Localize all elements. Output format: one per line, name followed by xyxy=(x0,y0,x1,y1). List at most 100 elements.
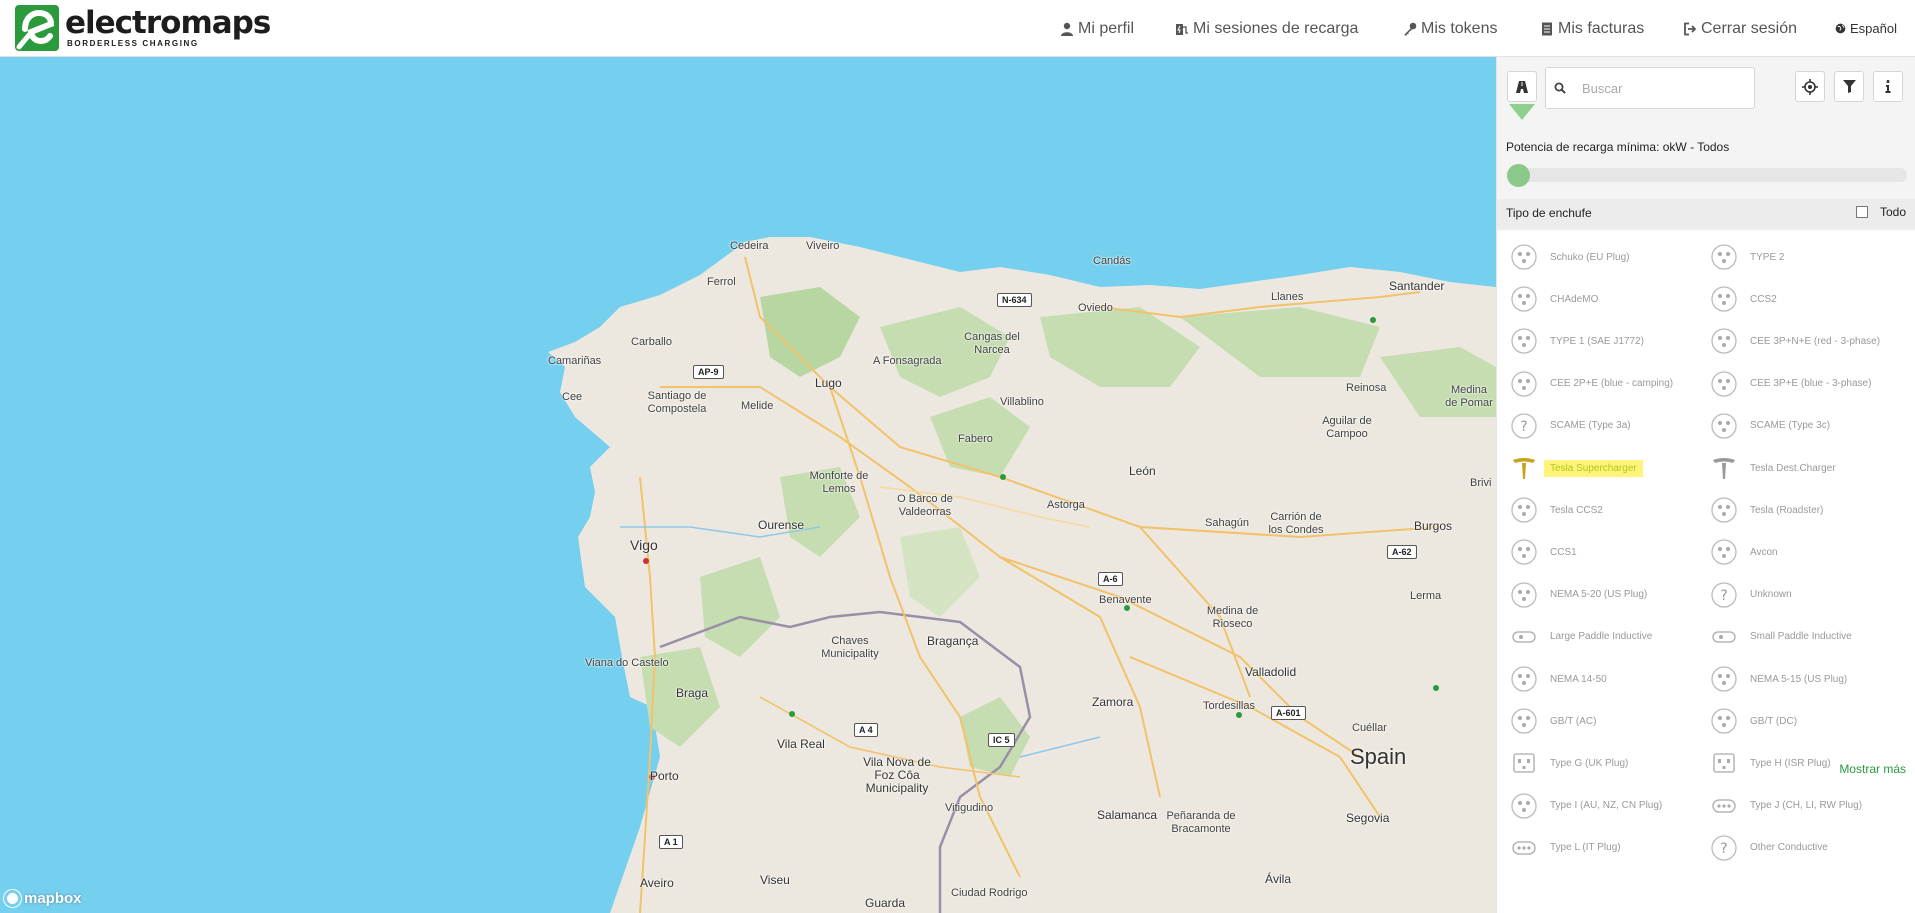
nav-profile-label: Mi perfil xyxy=(1078,19,1135,37)
plug-icon xyxy=(1710,412,1738,440)
map-label: Reinosa xyxy=(1346,382,1387,394)
plug-option[interactable]: SCAME (Type 3c) xyxy=(1710,410,1910,442)
plug-option-label: Type G (UK Plug) xyxy=(1550,757,1629,769)
plug-option[interactable]: Tesla CCS2 xyxy=(1510,494,1710,526)
nav-tokens[interactable]: Mis tokens xyxy=(1403,0,1497,57)
plug-option[interactable]: CEE 3P+N+E (red - 3-phase) xyxy=(1710,325,1910,357)
search-icon xyxy=(1546,82,1574,94)
plug-option[interactable]: NEMA 5-15 (US Plug) xyxy=(1710,663,1910,695)
tesla-plug-icon xyxy=(1510,454,1538,482)
plug-option-label: Small Paddle Inductive xyxy=(1750,631,1852,643)
show-more-link[interactable]: Mostrar más xyxy=(1839,762,1906,776)
plug-icon xyxy=(1510,707,1538,735)
map-label: Porto xyxy=(650,769,679,783)
filter-button[interactable] xyxy=(1834,71,1864,102)
logo-mark-icon xyxy=(15,5,59,51)
road-shield: A 1 xyxy=(659,835,683,849)
info-icon xyxy=(1885,80,1891,93)
nav-invoices-label: Mis facturas xyxy=(1558,19,1645,37)
plug-icon xyxy=(1710,496,1738,524)
map-label: Santiago de Compostela xyxy=(647,390,707,415)
plug-option[interactable]: CHAdeMO xyxy=(1510,283,1710,315)
power-label: Potencia de recarga mínima: okW - Todos xyxy=(1506,140,1730,154)
nav-tokens-label: Mis tokens xyxy=(1421,19,1498,37)
plug-option[interactable]: Type L (IT Plug) xyxy=(1510,832,1710,864)
select-all-checkbox[interactable] xyxy=(1855,206,1868,218)
plug-option[interactable]: Tesla Dest.Charger xyxy=(1710,452,1910,484)
plug-option[interactable]: GB/T (AC) xyxy=(1510,705,1710,737)
search-input[interactable] xyxy=(1582,80,1742,96)
plug-option[interactable]: CEE 2P+E (blue - camping) xyxy=(1510,368,1710,400)
road-shield: A 4 xyxy=(854,723,878,737)
language-selector[interactable]: Español xyxy=(1835,0,1897,57)
plug-icon xyxy=(1510,327,1538,355)
plug-option[interactable]: Avcon xyxy=(1710,536,1910,568)
plug-option[interactable]: ? SCAME (Type 3a) xyxy=(1510,410,1710,442)
nav-invoices[interactable]: Mis facturas xyxy=(1540,0,1644,57)
plug-option-label: SCAME (Type 3c) xyxy=(1750,420,1831,432)
plug-option-label: CCS2 xyxy=(1750,293,1777,305)
map-canvas[interactable]: Cedeira Viveiro Ferrol Candás Oviedo Lla… xyxy=(0,57,1496,913)
road-shield: IC 5 xyxy=(988,733,1015,747)
map-label: Medina de Rioseco xyxy=(1206,605,1259,630)
brand-logo[interactable]: electromaps BORDERLESS CHARGING xyxy=(15,5,271,51)
map-label: Viveiro xyxy=(806,240,840,252)
plug-icon xyxy=(1710,665,1738,693)
plug-option[interactable]: GB/T (DC) xyxy=(1710,705,1910,737)
plug-option-label: Tesla Dest.Charger xyxy=(1750,462,1836,474)
plug-option[interactable]: Type J (CH, LI, RW Plug) xyxy=(1710,790,1910,822)
map-label: Ciudad Rodrigo xyxy=(951,887,1028,899)
plug-option-label: NEMA 5-20 (US Plug) xyxy=(1550,589,1648,601)
filter-icon xyxy=(1842,80,1856,93)
power-slider-thumb[interactable] xyxy=(1507,164,1530,187)
road-view-button[interactable] xyxy=(1507,71,1537,102)
nav-profile[interactable]: Mi perfil xyxy=(1060,0,1134,57)
plug-option-label: Type H (ISR Plug) xyxy=(1750,757,1831,769)
plug-option[interactable]: NEMA 5-20 (US Plug) xyxy=(1510,579,1710,611)
plug-option[interactable]: CCS2 xyxy=(1710,283,1910,315)
plug-option[interactable]: Small Paddle Inductive xyxy=(1710,621,1910,653)
map-label: Braga xyxy=(676,686,709,700)
plug-option-label: GB/T (DC) xyxy=(1750,715,1798,727)
plug-icon xyxy=(1710,538,1738,566)
map-label: Ávila xyxy=(1265,872,1292,886)
plug-option[interactable]: TYPE 1 (SAE J1772) xyxy=(1510,325,1710,357)
dropdown-arrow-icon xyxy=(1509,104,1535,120)
map-label: Medina de Pomar xyxy=(1445,384,1493,409)
nav-logout[interactable]: Cerrar sesión xyxy=(1683,0,1797,57)
map-label: Astorga xyxy=(1047,499,1085,511)
plug-option[interactable]: Type I (AU, NZ, CN Plug) xyxy=(1510,790,1710,822)
locate-button[interactable] xyxy=(1795,71,1825,102)
plug-option[interactable]: CEE 3P+E (blue - 3-phase) xyxy=(1710,368,1910,400)
plug-option[interactable]: TYPE 2 xyxy=(1710,241,1910,273)
plug-option[interactable]: Schuko (EU Plug) xyxy=(1510,241,1710,273)
plug-option[interactable]: Tesla Supercharger xyxy=(1510,452,1710,484)
plug-option-label: TYPE 1 (SAE J1772) xyxy=(1550,335,1644,347)
road-shield: N-634 xyxy=(997,293,1032,307)
power-slider-track[interactable] xyxy=(1507,168,1907,182)
select-all-toggle[interactable]: Todo xyxy=(1855,205,1906,219)
plug-option[interactable]: ? Unknown xyxy=(1710,579,1910,611)
map-label: Santander xyxy=(1389,279,1445,293)
plug-icon xyxy=(1510,243,1538,271)
filter-panel: Potencia de recarga mínima: okW - Todos … xyxy=(1496,57,1915,913)
plug-option[interactable]: CCS1 xyxy=(1510,536,1710,568)
plug-icon xyxy=(1510,792,1538,820)
plug-icon xyxy=(1510,370,1538,398)
info-button[interactable] xyxy=(1873,71,1903,102)
plug-icon xyxy=(1710,623,1738,651)
map-label: Aguilar de Campoo xyxy=(1322,415,1372,440)
map-label: Cangas del Narcea xyxy=(964,331,1020,356)
search-field[interactable] xyxy=(1545,67,1755,109)
plug-option[interactable]: Tesla (Roadster) xyxy=(1710,494,1910,526)
plug-option[interactable]: Large Paddle Inductive xyxy=(1510,621,1710,653)
mapbox-attribution[interactable]: mapbox xyxy=(4,890,82,907)
country-label: Spain xyxy=(1350,744,1407,769)
question-mark-icon: ? xyxy=(1710,581,1738,609)
plug-option[interactable]: NEMA 14-50 xyxy=(1510,663,1710,695)
plug-option[interactable]: Type G (UK Plug) xyxy=(1510,747,1710,779)
map-label: Salamanca xyxy=(1097,808,1158,822)
map-label: Vitigudino xyxy=(945,802,994,814)
plug-option[interactable]: ? Other Conductive xyxy=(1710,832,1910,864)
nav-sessions[interactable]: Mi sesiones de recarga xyxy=(1175,0,1358,57)
